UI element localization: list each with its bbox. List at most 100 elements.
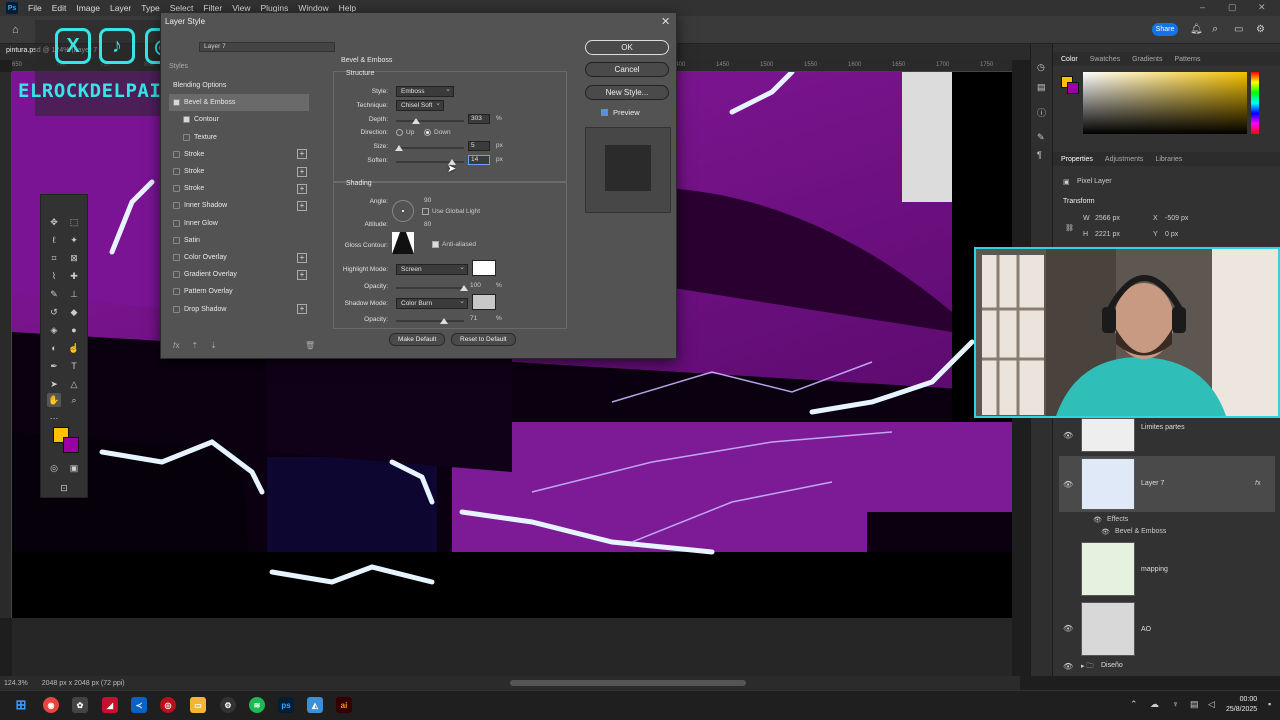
horizontal-scrollbar[interactable] [510, 680, 746, 686]
bevel-eye-icon[interactable]: 👁︎ [1101, 528, 1110, 536]
width-value[interactable]: 2566 px [1095, 215, 1120, 222]
search-icon[interactable]: ⌕ [1212, 23, 1218, 36]
transform-header[interactable]: Transform [1063, 198, 1095, 205]
quick-mask-icon[interactable]: ◎ [47, 461, 61, 475]
style-checkbox[interactable] [173, 254, 180, 261]
size-value[interactable]: 5 [468, 141, 490, 151]
size-slider[interactable] [396, 147, 464, 149]
direction-down-radio[interactable] [424, 129, 431, 136]
healing-brush-icon[interactable]: ✚ [67, 269, 81, 283]
depth-slider-thumb[interactable] [412, 118, 421, 124]
edit-toolbar-icon[interactable]: ⊡ [57, 481, 71, 495]
cancel-button[interactable]: Cancel [585, 62, 669, 77]
eye-icon[interactable]: 👁︎ [1063, 662, 1073, 671]
tab-adjustments[interactable]: Adjustments [1105, 156, 1144, 163]
color-picker-field[interactable] [1083, 72, 1247, 134]
network-icon[interactable]: ▤ [1190, 699, 1199, 710]
global-light-checkbox[interactable] [422, 208, 429, 215]
style-item[interactable]: Satin [169, 232, 309, 249]
app-blue-icon[interactable]: ◭ [307, 697, 323, 713]
add-style-icon[interactable]: + [297, 252, 307, 263]
smudge-tool-icon[interactable]: ☝ [67, 341, 81, 355]
tab-patterns[interactable]: Patterns [1174, 56, 1200, 63]
app-icon[interactable]: ◢ [102, 697, 118, 713]
direction-up-radio[interactable] [396, 129, 403, 136]
app-gear-icon[interactable]: ⚙ [220, 697, 236, 713]
style-item[interactable]: Drop Shadow + [169, 301, 309, 318]
workspace-icon[interactable]: ▭ [1234, 24, 1243, 35]
info-icon[interactable]: ⓘ [1037, 106, 1046, 119]
style-checkbox[interactable] [183, 116, 190, 124]
windows-start-icon[interactable]: ⊞ [13, 697, 29, 713]
fx-badge-icon[interactable]: 𝑓x [1255, 480, 1261, 488]
style-item[interactable]: Texture [169, 129, 309, 146]
x-value[interactable]: -509 px [1165, 215, 1188, 222]
photoshop-taskbar-icon[interactable]: ps [278, 697, 294, 713]
window-close-icon[interactable]: ✕ [1258, 2, 1266, 13]
eyedropper-icon[interactable]: ⌇ [47, 269, 61, 283]
layer-row[interactable]: 👁︎ Limites partes [1059, 418, 1275, 452]
menu-layer[interactable]: Layer [110, 3, 131, 13]
minimize-icon[interactable]: – [1200, 2, 1205, 12]
zoom-level[interactable]: 124.3% [4, 680, 28, 687]
style-item[interactable]: Blending Options [169, 77, 309, 94]
effects-eye-icon[interactable]: 👁︎ [1093, 516, 1102, 524]
dodge-tool-icon[interactable]: ◐ [47, 341, 61, 355]
type-tool-icon[interactable]: T [67, 359, 81, 373]
lasso-tool-icon[interactable]: ℓ [47, 233, 61, 247]
add-style-icon[interactable]: + [297, 149, 307, 160]
style-checkbox[interactable] [173, 271, 180, 279]
close-icon[interactable]: ✕ [661, 15, 670, 28]
style-item[interactable]: Gradient Overlay + [169, 266, 309, 283]
comment-icon[interactable]: ▤ [1037, 82, 1046, 93]
tab-libraries[interactable]: Libraries [1155, 156, 1182, 163]
tray-chevron-icon[interactable]: ⌃ [1130, 699, 1138, 710]
height-value[interactable]: 2221 px [1095, 231, 1120, 238]
tab-gradients[interactable]: Gradients [1132, 56, 1162, 63]
move-tool-icon[interactable]: ✥ [47, 215, 61, 229]
eye-icon[interactable]: 👁︎ [1063, 624, 1073, 633]
crop-tool-icon[interactable]: ⌗ [47, 251, 61, 265]
make-default-button[interactable]: Make Default [389, 333, 446, 346]
notification-center-icon[interactable]: ▪ [1268, 699, 1271, 709]
size-slider-thumb[interactable] [395, 145, 404, 151]
depth-value[interactable]: 303 [468, 114, 490, 124]
eye-icon[interactable]: 👁︎ [1063, 431, 1073, 440]
new-style-button[interactable]: New Style... [585, 85, 669, 100]
hand-tool-icon[interactable]: ✋ [47, 393, 61, 407]
magic-wand-icon[interactable]: ✦ [67, 233, 81, 247]
shadow-opacity-slider[interactable] [396, 320, 464, 322]
styles-header[interactable]: Styles [169, 63, 188, 70]
style-item[interactable]: Inner Glow [169, 215, 309, 232]
more-tools-icon[interactable]: … [47, 409, 61, 423]
shadow-opacity-thumb[interactable] [440, 318, 449, 324]
history-brush-icon[interactable]: ↺ [47, 305, 61, 319]
eye-icon[interactable]: 👁︎ [1063, 480, 1073, 489]
style-checkbox[interactable] [173, 219, 180, 227]
file-explorer-icon[interactable]: ▭ [190, 697, 206, 713]
paragraph-icon[interactable]: ¶ [1037, 150, 1042, 160]
shadow-mode-select[interactable]: Color Burn [396, 297, 468, 309]
blur-tool-icon[interactable]: ● [67, 323, 81, 337]
style-checkbox[interactable] [173, 99, 180, 107]
add-style-icon[interactable]: + [297, 304, 307, 315]
vscode-icon[interactable]: ≺ [131, 697, 147, 713]
tab-color[interactable]: Color [1061, 56, 1078, 63]
layer-row[interactable]: 👁︎ AO [1059, 602, 1275, 656]
style-item[interactable]: Contour [169, 111, 309, 128]
menu-edit[interactable]: Edit [52, 3, 67, 13]
highlight-mode-select[interactable]: Screen [396, 263, 468, 275]
home-icon[interactable]: ⌂ [12, 24, 19, 36]
history-icon[interactable]: ◷ [1037, 62, 1045, 73]
move-up-icon[interactable]: ⇡ [192, 341, 199, 351]
style-checkbox[interactable] [173, 150, 180, 158]
mic-icon[interactable]: ♆ [1172, 699, 1179, 709]
fx-icon[interactable]: 𝑓x [173, 341, 180, 351]
layer-group-row[interactable]: 👁︎ ▸ 🗀︎ Diseño [1059, 660, 1275, 672]
gear-icon[interactable]: ⚙ [1256, 24, 1265, 35]
style-item[interactable]: Stroke + [169, 146, 309, 163]
style-checkbox[interactable] [173, 305, 180, 313]
path-select-icon[interactable]: ➤ [47, 377, 61, 391]
reset-default-button[interactable]: Reset to Default [451, 333, 516, 346]
angle-value[interactable]: 90 [424, 197, 431, 204]
